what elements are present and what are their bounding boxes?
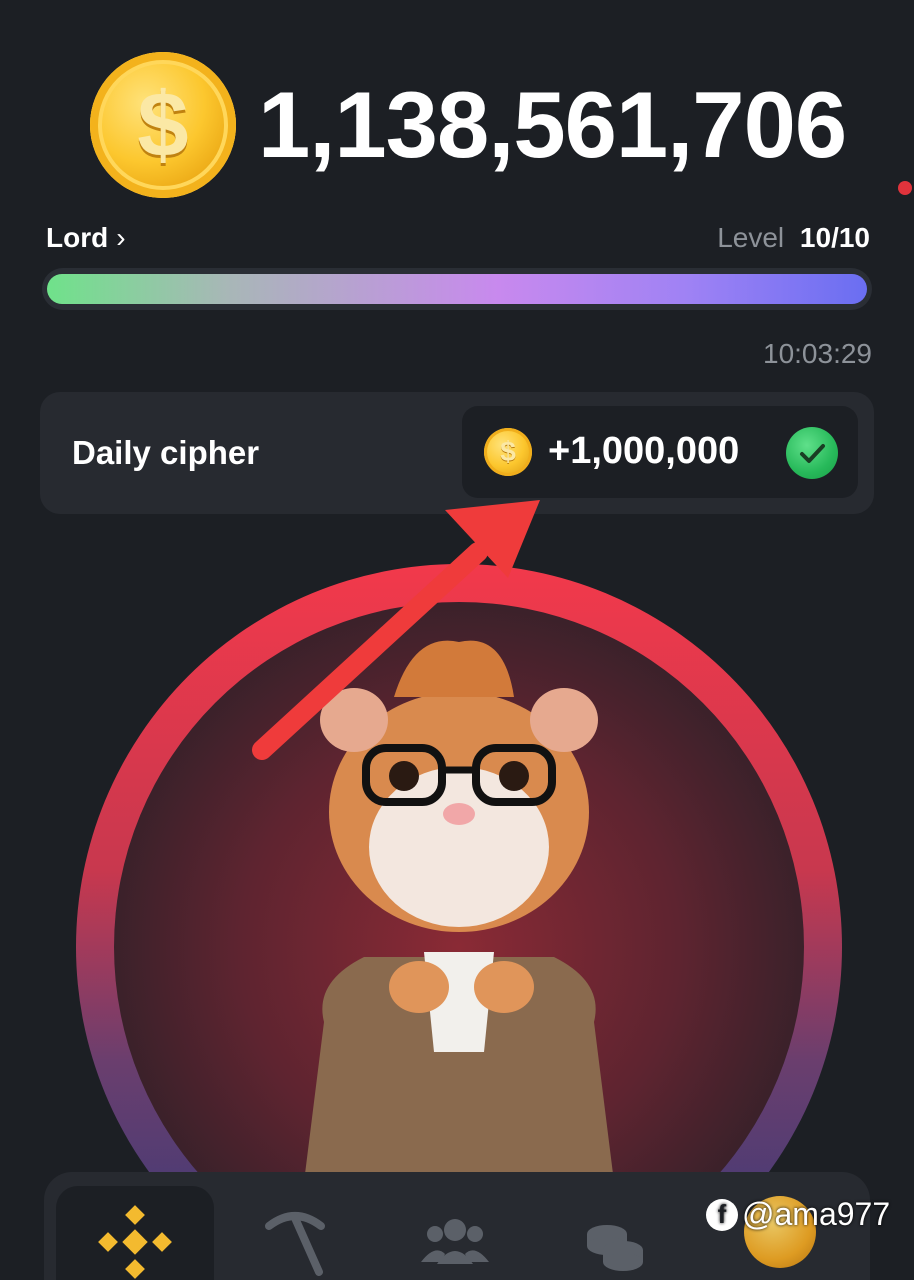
friends-icon [421, 1219, 489, 1264]
level-indicator: Level 10/10 [717, 222, 870, 254]
balance-amount: 1,138,561,706 [258, 72, 847, 177]
reward-amount: +1,000,000 [548, 430, 740, 472]
coin-icon: $ [90, 52, 236, 198]
level-label: Level [717, 222, 785, 253]
level-progress-fill [47, 274, 867, 304]
binance-icon [98, 1205, 172, 1279]
nav-item-friends[interactable] [376, 1186, 534, 1280]
nav-item-earn[interactable] [536, 1186, 694, 1280]
notification-dot [898, 181, 912, 195]
balance-row: $ 1,138,561,706 [90, 52, 847, 198]
watermark: f @ama977 [706, 1196, 890, 1233]
chevron-right-icon: › [116, 222, 126, 253]
rank-name: Lord [46, 222, 109, 253]
rank-link[interactable]: Lord › [46, 222, 126, 254]
watermark-handle: @ama977 [742, 1196, 891, 1232]
app-screen: $ 1,138,561,706 Lord › Level 10/10 10:03… [0, 0, 914, 1280]
facebook-icon: f [706, 1198, 738, 1231]
pickaxe-icon [265, 1212, 325, 1276]
level-value: 10/10 [799, 222, 870, 253]
rank-row: Lord › Level 10/10 [46, 222, 870, 254]
coins-icon [587, 1225, 643, 1271]
check-icon [786, 427, 838, 479]
coin-icon: $ [484, 428, 532, 476]
annotation-arrow-icon [252, 500, 540, 760]
nav-item-mine[interactable] [216, 1186, 374, 1280]
dollar-sign: $ [500, 436, 516, 467]
level-progress-bar [42, 268, 872, 310]
daily-cipher-reward: $ +1,000,000 [462, 406, 858, 498]
dollar-sign: $ [137, 74, 189, 176]
countdown-timer: 10:03:29 [763, 338, 872, 369]
daily-cipher-title: Daily cipher [72, 434, 260, 471]
nav-item-exchange[interactable] [56, 1186, 214, 1280]
